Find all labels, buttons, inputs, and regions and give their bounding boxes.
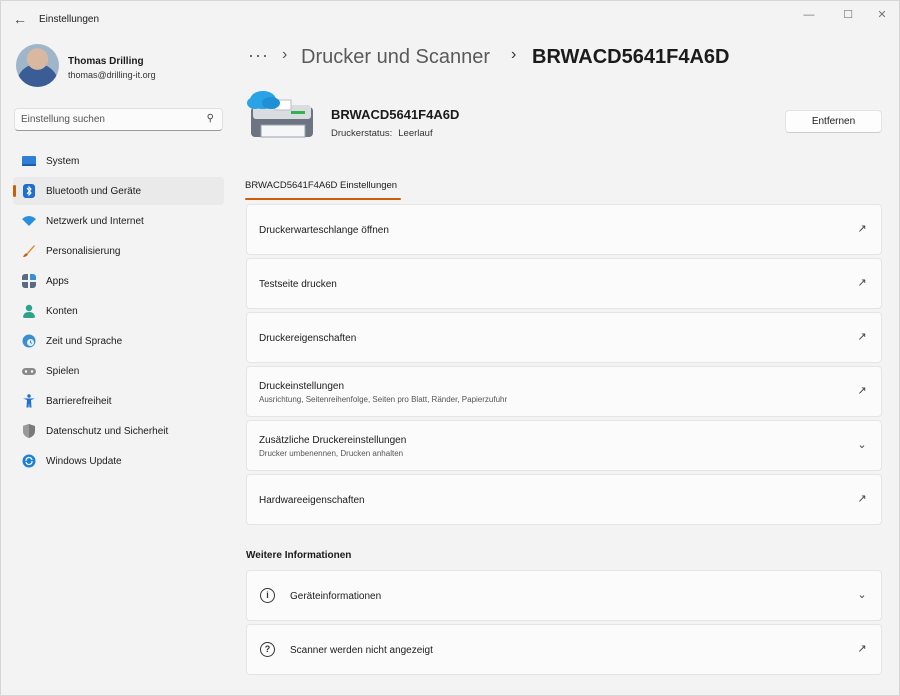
chevron-down-icon[interactable]: ⌄	[856, 589, 868, 601]
shield-icon	[23, 424, 35, 438]
external-link-icon: ↗	[857, 331, 867, 343]
sidebar-item-label: Konten	[46, 306, 78, 317]
remove-button[interactable]: Entfernen	[785, 110, 882, 133]
sidebar-item-label: System	[46, 156, 80, 167]
card-title: Zusätzliche Druckereinstellungen	[259, 435, 407, 446]
external-link-icon: ↗	[857, 493, 867, 505]
sidebar-item-network[interactable]: Netzwerk und Internet	[13, 207, 224, 235]
printer-status: Druckerstatus: Leerlauf	[331, 128, 433, 139]
card-title: Druckeinstellungen	[259, 381, 345, 392]
close-button[interactable]: ✕	[867, 7, 897, 23]
title-bar: ← Einstellungen — ☐ ✕	[1, 1, 899, 35]
sidebar-item-accounts[interactable]: Konten	[13, 297, 224, 325]
sidebar-nav: System Bluetooth und Geräte Netzwerk und…	[13, 147, 224, 477]
sidebar-item-accessibility[interactable]: Barrierefreiheit	[13, 387, 224, 415]
card-printer-properties[interactable]: Druckereigenschaften ↗	[246, 312, 882, 363]
maximize-button[interactable]: ☐	[833, 7, 863, 23]
card-subtitle: Drucker umbenennen, Drucken anhalten	[259, 449, 404, 458]
card-subtitle: Ausrichtung, Seitenreihenfolge, Seiten p…	[259, 395, 508, 404]
external-link-icon: ↗	[857, 223, 867, 235]
sidebar-item-time-language[interactable]: Zeit und Sprache	[13, 327, 224, 355]
back-arrow-icon[interactable]: ←	[11, 10, 29, 28]
bluetooth-icon	[23, 184, 35, 198]
sidebar-item-label: Spielen	[46, 366, 80, 377]
accessibility-icon	[23, 394, 35, 408]
minimize-button[interactable]: —	[794, 7, 824, 23]
card-title: Testseite drucken	[259, 279, 337, 290]
device-name: BRWACD5641F4A6D	[331, 107, 460, 122]
card-title: Geräteinformationen	[290, 591, 382, 602]
sidebar-item-label: Personalisierung	[46, 246, 121, 257]
card-print-settings[interactable]: Druckeinstellungen Ausrichtung, Seitenre…	[246, 366, 882, 417]
gamepad-icon	[22, 368, 36, 375]
apps-icon	[22, 274, 36, 288]
info-icon: i	[260, 588, 275, 603]
avatar	[16, 44, 59, 87]
breadcrumb-overflow-button[interactable]: ···	[248, 45, 269, 66]
sidebar-item-personalization[interactable]: Personalisierung	[13, 237, 224, 265]
brush-icon	[23, 245, 35, 257]
breadcrumb-printers-scanners[interactable]: Drucker und Scanner	[301, 46, 490, 69]
profile-name: Thomas Drilling	[68, 56, 144, 67]
card-open-print-queue[interactable]: Druckerwarteschlange öffnen ↗	[246, 204, 882, 255]
update-icon	[22, 454, 36, 468]
card-device-info[interactable]: i Geräteinformationen ⌄	[246, 570, 882, 621]
card-title: Druckereigenschaften	[259, 333, 357, 344]
sidebar-item-apps[interactable]: Apps	[13, 267, 224, 295]
chevron-down-icon[interactable]: ⌄	[856, 439, 868, 451]
sidebar-item-label: Datenschutz und Sicherheit	[46, 426, 169, 437]
app-title: Einstellungen	[39, 14, 100, 25]
card-title: Hardwareeigenschaften	[259, 495, 365, 506]
card-additional-printer-settings[interactable]: Zusätzliche Druckereinstellungen Drucker…	[246, 420, 882, 471]
card-title: Scanner werden nicht angezeigt	[290, 645, 433, 656]
status-label: Druckerstatus:	[331, 128, 393, 139]
search-icon[interactable]: ⚲	[207, 113, 214, 124]
sidebar-item-windows-update[interactable]: Windows Update	[13, 447, 224, 475]
card-scanner-not-shown[interactable]: ? Scanner werden nicht angezeigt ↗	[246, 624, 882, 675]
settings-search[interactable]: ⚲	[14, 108, 223, 131]
sidebar-item-bluetooth[interactable]: Bluetooth und Geräte	[13, 177, 224, 205]
sidebar-item-system[interactable]: System	[13, 147, 224, 175]
settings-window: ← Einstellungen — ☐ ✕ Thomas Drilling th…	[0, 0, 900, 696]
system-icon	[22, 156, 36, 166]
sidebar-item-label: Windows Update	[46, 456, 122, 467]
help-icon: ?	[260, 642, 275, 657]
page-title: BRWACD5641F4A6D	[532, 46, 730, 68]
profile-email: thomas@drilling-it.org	[68, 70, 156, 80]
printer-icon	[247, 91, 313, 138]
search-input[interactable]	[21, 112, 201, 127]
wifi-icon	[22, 216, 36, 226]
breadcrumb-separator-icon: ›	[511, 46, 517, 63]
globe-clock-icon	[22, 334, 36, 348]
external-link-icon: ↗	[857, 277, 867, 289]
tab-indicator	[245, 198, 401, 200]
sidebar-item-privacy[interactable]: Datenschutz und Sicherheit	[13, 417, 224, 445]
sidebar-item-gaming[interactable]: Spielen	[13, 357, 224, 385]
sidebar-item-label: Bluetooth und Geräte	[46, 186, 142, 197]
card-title: Druckerwarteschlange öffnen	[259, 225, 389, 236]
external-link-icon: ↗	[857, 385, 867, 397]
sidebar-item-label: Netzwerk und Internet	[46, 216, 144, 227]
breadcrumb-separator-icon: ›	[282, 46, 288, 63]
sidebar-item-label: Zeit und Sprache	[46, 336, 123, 347]
tab-printer-settings[interactable]: BRWACD5641F4A6D Einstellungen	[245, 180, 397, 191]
more-info-heading: Weitere Informationen	[246, 550, 352, 561]
person-icon	[23, 304, 35, 318]
sidebar-item-label: Apps	[46, 276, 69, 287]
card-hardware-properties[interactable]: Hardwareeigenschaften ↗	[246, 474, 882, 525]
status-value: Leerlauf	[398, 128, 433, 139]
card-print-test-page[interactable]: Testseite drucken ↗	[246, 258, 882, 309]
sidebar-item-label: Barrierefreiheit	[46, 396, 112, 407]
external-link-icon: ↗	[857, 643, 867, 655]
